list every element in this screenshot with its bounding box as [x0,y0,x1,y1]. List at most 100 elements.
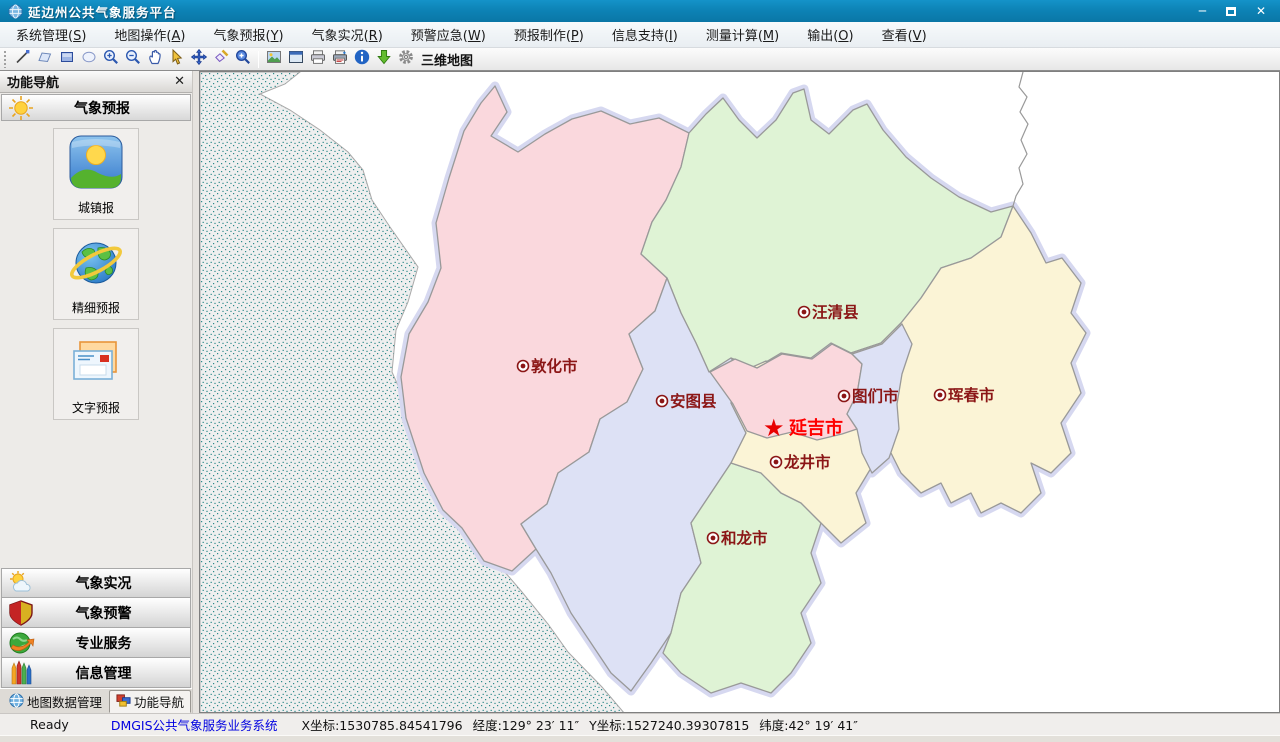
svg-text:珲春市: 珲春市 [948,386,995,405]
fine-forecast-icon [68,234,124,294]
select-arrow-icon [168,48,186,70]
rectangle-tool-icon [58,48,76,70]
svg-text:和龙市: 和龙市 [721,529,768,548]
menu-item-o[interactable]: 输出(O) [797,22,863,47]
print-color-icon [331,48,349,70]
toolbar-info[interactable] [351,49,373,70]
capital-star-icon: ★ [763,414,785,442]
section-row-label: 气象实况 [35,573,172,593]
toolbar-separator [258,51,259,68]
forecast-button-1[interactable]: 精细预报 [53,228,139,320]
section-row-3[interactable]: 信息管理 [1,658,191,688]
application-window: 延边州公共气象服务平台 ─ ✕ 系统管理(S) 地图操作(A) 气象预报(Y) 气象实… [0,0,1280,742]
forecast-buttons-area: 城镇报精细预报文字预报 [0,121,192,568]
toolbar-print[interactable] [307,49,329,70]
status-latitude: 纬度:42° 19′ 41″ [759,715,858,734]
title-bar: 延边州公共气象服务平台 ─ ✕ [0,0,1280,22]
section-row-label: 专业服务 [35,633,172,653]
info-icon [353,48,371,70]
sidebar-tab-1[interactable]: 功能导航 [109,690,191,713]
brush-tool-icon [212,48,230,70]
svg-text:敦化市: 敦化市 [531,357,578,376]
panel-close-icon[interactable]: ✕ [174,74,185,89]
town-forecast-icon [68,134,124,194]
toolbar-print-color[interactable] [329,49,351,70]
forecast-button-2[interactable]: 文字预报 [53,328,139,420]
status-y-coordinate: Y坐标:1527240.39307815 [589,715,749,734]
print-icon [309,48,327,70]
image-export-icon [265,48,283,70]
status-bar: Ready DMGIS公共气象服务业务系统 X坐标:1530785.845417… [0,713,1280,735]
menu-item-r[interactable]: 气象实况(R) [302,22,393,47]
polygon-tool-icon [36,48,54,70]
toolbar-settings-gear[interactable] [395,49,417,70]
toolbar-download-arrow[interactable] [373,49,395,70]
forecast-button-label: 文字预报 [72,399,120,416]
menu-item-p[interactable]: 预报制作(P) [504,22,594,47]
sun-cloud-icon [7,569,35,597]
bottom-sections: 气象实况气象预警专业服务信息管理 [0,568,192,688]
line-tool-icon [14,48,32,70]
menu-item-y[interactable]: 气象预报(Y) [203,22,293,47]
menu-item-i[interactable]: 信息支持(I) [602,22,688,47]
zoom-in-icon [102,48,120,70]
panel-title: 功能导航 [7,72,59,91]
toolbar-select-arrow[interactable] [166,49,188,70]
map-canvas[interactable]: 汪清县敦化市安图县图们市珲春市★延吉市龙井市和龙市 [199,71,1280,713]
window-title: 延边州公共气象服务平台 [28,2,177,21]
section-row-0[interactable]: 气象实况 [1,568,191,598]
sidebar-tab-label: 功能导航 [134,692,184,711]
map-label-yanji: ★延吉市 [763,414,843,442]
toolbar-grip[interactable] [3,50,8,68]
globe-arrow-icon [7,629,35,657]
menu-item-a[interactable]: 地图操作(A) [104,22,195,47]
maximize-button[interactable] [1226,7,1236,16]
text-forecast-icon [68,334,124,394]
forecast-button-label: 精细预报 [72,299,120,316]
toolbar-brush-tool[interactable] [210,49,232,70]
toolbar-zoom-extent[interactable] [232,49,254,70]
toolbar-move-tool[interactable] [188,49,210,70]
section-weather-forecast[interactable]: 气象预报 [1,94,191,121]
windows-tab-icon [116,693,131,711]
status-x-coordinate: X坐标:1530785.84541796 [302,715,463,734]
window-view-icon [287,48,305,70]
section-row-label: 气象预警 [35,603,172,623]
toolbar-line-tool[interactable] [12,49,34,70]
app-globe-icon [8,4,23,19]
section-row-2[interactable]: 专业服务 [1,628,191,658]
section-label: 气象预报 [34,98,170,118]
menu-item-v[interactable]: 查看(V) [872,22,937,47]
toolbar-pan-hand[interactable] [144,49,166,70]
map-svg: 汪清县敦化市安图县图们市珲春市★延吉市龙井市和龙市 [200,72,1280,713]
sun-icon [8,95,34,121]
toolbar-zoom-in[interactable] [100,49,122,70]
move-tool-icon [190,48,208,70]
forecast-button-label: 城镇报 [78,199,114,216]
minimize-button[interactable]: ─ [1199,5,1206,17]
toolbar-image-export[interactable] [263,49,285,70]
sidebar-tab-0[interactable]: 地图数据管理 [2,690,109,713]
toolbar-window-view[interactable] [285,49,307,70]
toolbar-rectangle-tool[interactable] [56,49,78,70]
toolbar-ellipse-tool[interactable] [78,49,100,70]
svg-text:汪清县: 汪清县 [812,303,859,322]
menu-item-s[interactable]: 系统管理(S) [6,22,96,47]
function-navigation-panel: 功能导航 ✕ 气象预报 城镇报精细预报文字预报 气象实况气象预警专业服务信息管理… [0,71,193,713]
section-row-1[interactable]: 气象预警 [1,598,191,628]
toolbar-polygon-tool[interactable] [34,49,56,70]
sidebar-tab-label: 地图数据管理 [27,692,102,711]
sidebar-tab-bar: 地图数据管理 功能导航 [0,688,192,713]
toolbar-zoom-out[interactable] [122,49,144,70]
close-button[interactable]: ✕ [1256,5,1266,17]
zoom-extent-icon [234,48,252,70]
menu-item-w[interactable]: 预警应急(W) [401,22,496,47]
pencils-icon [7,659,35,687]
pan-hand-icon [146,48,164,70]
menu-item-m[interactable]: 测量计算(M) [696,22,789,47]
status-ready: Ready [30,717,69,732]
menu-bar: 系统管理(S) 地图操作(A) 气象预报(Y) 气象实况(R) 预警应急(W) 预报制作(… [0,22,1280,48]
forecast-button-0[interactable]: 城镇报 [53,128,139,220]
status-system-name: DMGIS公共气象服务业务系统 [111,715,278,734]
toolbar-3d-map-label[interactable]: 三维地图 [421,50,473,69]
